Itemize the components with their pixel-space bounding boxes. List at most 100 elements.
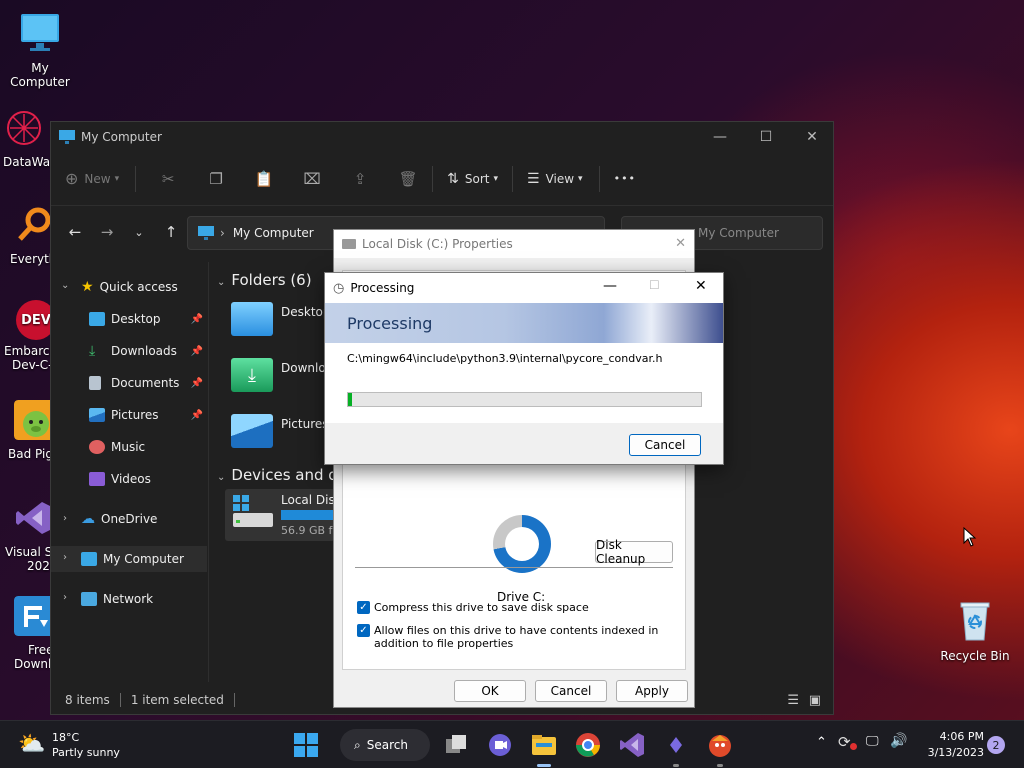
rename-icon[interactable]: ⌧	[294, 165, 330, 193]
monitor-icon	[59, 130, 75, 144]
clock[interactable]: 4:06 PM 3/13/2023	[920, 729, 984, 761]
forward-arrow-icon[interactable]: →	[91, 223, 123, 241]
desktop-icon-recycle-bin[interactable]: Recycle Bin	[935, 598, 1015, 663]
sidebar-item-quick-access[interactable]: ★ Quick access	[51, 274, 207, 300]
sidebar-item-onedrive[interactable]: ☁ OneDrive	[51, 506, 207, 532]
start-windows-icon[interactable]	[292, 731, 320, 759]
desktop-icon-label: Free	[28, 643, 50, 657]
desktop-icon-label: DataWag	[3, 155, 50, 169]
network-icon[interactable]: 🖵	[866, 734, 879, 749]
sync-icon[interactable]: ⟳	[838, 733, 851, 751]
visual-studio-taskbar-icon[interactable]	[618, 731, 646, 759]
status-divider	[119, 693, 121, 707]
folder-item-pictures[interactable]: Pictures	[231, 414, 329, 448]
recent-locations-chevron-icon[interactable]: ⌄	[123, 226, 155, 239]
desktop-icon-datawag[interactable]: DataWag	[0, 108, 50, 169]
back-arrow-icon[interactable]: ←	[59, 223, 91, 241]
notification-badge[interactable]: 2	[987, 736, 1005, 754]
processing-cancel-button[interactable]: Cancel	[629, 434, 701, 456]
chevron-right-icon[interactable]: ›	[63, 552, 67, 563]
tiles-view-icon[interactable]: ▣	[809, 693, 821, 708]
desktop-icon-label: 2022	[27, 559, 50, 573]
chevron-down-icon: ⌄	[217, 472, 226, 483]
bird-app-icon[interactable]	[706, 731, 734, 759]
show-hidden-icons-chevron-icon[interactable]: ⌃	[816, 735, 827, 750]
paste-icon[interactable]: 📋	[246, 165, 282, 193]
processing-titlebar[interactable]: ◷ Processing — ☐ ✕	[325, 273, 723, 303]
sidebar-item-downloads[interactable]: ⤓ Downloads 📌	[51, 338, 207, 364]
teams-chat-icon[interactable]	[486, 731, 514, 759]
pin-icon[interactable]: 📌	[191, 410, 203, 421]
checkmark-icon: ✓	[357, 624, 370, 637]
close-icon[interactable]: ✕	[675, 236, 686, 251]
chrome-icon[interactable]	[574, 731, 602, 759]
minimize-button[interactable]: —	[603, 278, 617, 294]
drive-item-local-disk[interactable]: Local Disk 56.9 GB fre	[225, 489, 343, 541]
cut-icon[interactable]: ✂	[150, 165, 186, 193]
share-icon[interactable]: ⇪	[342, 165, 378, 193]
index-checkbox[interactable]: ✓ Allow files on this drive to have cont…	[357, 624, 673, 650]
apply-button[interactable]: Apply	[616, 680, 688, 702]
properties-titlebar[interactable]: Local Disk (C:) Properties ✕	[334, 230, 694, 258]
pin-icon[interactable]: 📌	[191, 346, 203, 357]
minimize-button[interactable]: —	[697, 122, 743, 152]
cancel-button[interactable]: Cancel	[535, 680, 607, 702]
toolbar-divider	[512, 165, 513, 192]
disk-cleanup-button[interactable]: Disk Cleanup	[595, 538, 673, 566]
search-icon: ⌕	[354, 737, 361, 752]
ok-button[interactable]: OK	[454, 680, 526, 702]
sort-button[interactable]: ⇅ Sort ▾	[447, 171, 498, 187]
pin-icon[interactable]: 📌	[191, 378, 203, 389]
folders-section-header[interactable]: ⌄ Folders (6)	[217, 271, 312, 289]
sidebar-item-desktop[interactable]: Desktop 📌	[51, 306, 207, 332]
downloads-folder-icon: ⤓	[231, 358, 273, 392]
chevron-down-icon: ▾	[578, 173, 583, 184]
sidebar-item-network[interactable]: › Network	[51, 586, 207, 612]
devices-section-header[interactable]: ⌄ Devices and dri	[217, 466, 348, 484]
sidebar-item-music[interactable]: Music	[51, 434, 207, 460]
file-explorer-icon[interactable]	[530, 731, 558, 759]
new-button[interactable]: ⊕ New ▾	[65, 169, 119, 188]
desktop-icon-label: Bad Pigg	[8, 447, 50, 461]
dev-tool-icon[interactable]	[662, 731, 690, 759]
desktop-icon-free-download[interactable]: Free Downl	[0, 596, 50, 671]
sidebar-item-pictures[interactable]: Pictures 📌	[51, 402, 207, 428]
desktop-icon-my-computer[interactable]: My Computer	[0, 10, 80, 89]
delete-icon[interactable]: 🗑	[390, 165, 426, 193]
close-button[interactable]: ✕	[789, 122, 835, 152]
weather-widget[interactable]: ⛅ 18°C Partly sunny	[18, 730, 128, 762]
up-arrow-icon[interactable]: ↑	[155, 223, 187, 241]
search-placeholder: My Computer	[698, 226, 779, 240]
desktop-icon-embarcadero[interactable]: DEV Embarca Dev-C-	[0, 300, 50, 372]
view-button[interactable]: ☰ View ▾	[527, 171, 583, 187]
chevron-right-icon[interactable]: ›	[63, 592, 67, 603]
taskbar-search-button[interactable]: ⌕ Search	[340, 729, 430, 761]
details-view-icon[interactable]: ☰	[787, 693, 799, 708]
more-options-button[interactable]: •••	[614, 172, 636, 185]
sidebar-item-videos[interactable]: Videos	[51, 466, 207, 492]
maximize-button[interactable]: ☐	[649, 278, 660, 292]
pin-icon[interactable]: 📌	[191, 314, 203, 325]
breadcrumb-separator-icon: ›	[220, 226, 225, 240]
active-app-indicator	[537, 764, 551, 767]
close-button[interactable]: ✕	[695, 278, 707, 294]
desktop-icon-visual-studio[interactable]: Visual St 2022	[0, 498, 50, 573]
maximize-button[interactable]: ☐	[743, 122, 789, 152]
download-icon: ⤓	[89, 343, 96, 359]
sync-alert-badge	[850, 743, 857, 750]
folder-item-desktop[interactable]: Desktop	[231, 302, 331, 336]
task-view-icon[interactable]	[442, 731, 470, 759]
volume-icon[interactable]: 🔊	[890, 733, 907, 749]
desktop-icon-everything[interactable]: Everyth	[0, 205, 50, 266]
compress-checkbox[interactable]: ✓ Compress this drive to save disk space	[357, 601, 673, 614]
folder-item-downloads[interactable]: ⤓ Downlo	[231, 358, 326, 392]
toolbar-divider	[598, 165, 600, 192]
video-icon	[89, 472, 105, 486]
desktop-icon-bad-piggies[interactable]: Bad Pigg	[0, 400, 50, 461]
sidebar-item-documents[interactable]: Documents 📌	[51, 370, 207, 396]
mouse-cursor-icon	[963, 527, 977, 547]
sidebar-item-my-computer[interactable]: › My Computer	[51, 546, 207, 572]
copy-icon[interactable]: ❐	[198, 165, 234, 193]
navigation-pane: ⌄ ★ Quick access Desktop 📌 ⤓ Downloads 📌…	[51, 262, 209, 682]
visual-studio-icon	[16, 502, 50, 534]
